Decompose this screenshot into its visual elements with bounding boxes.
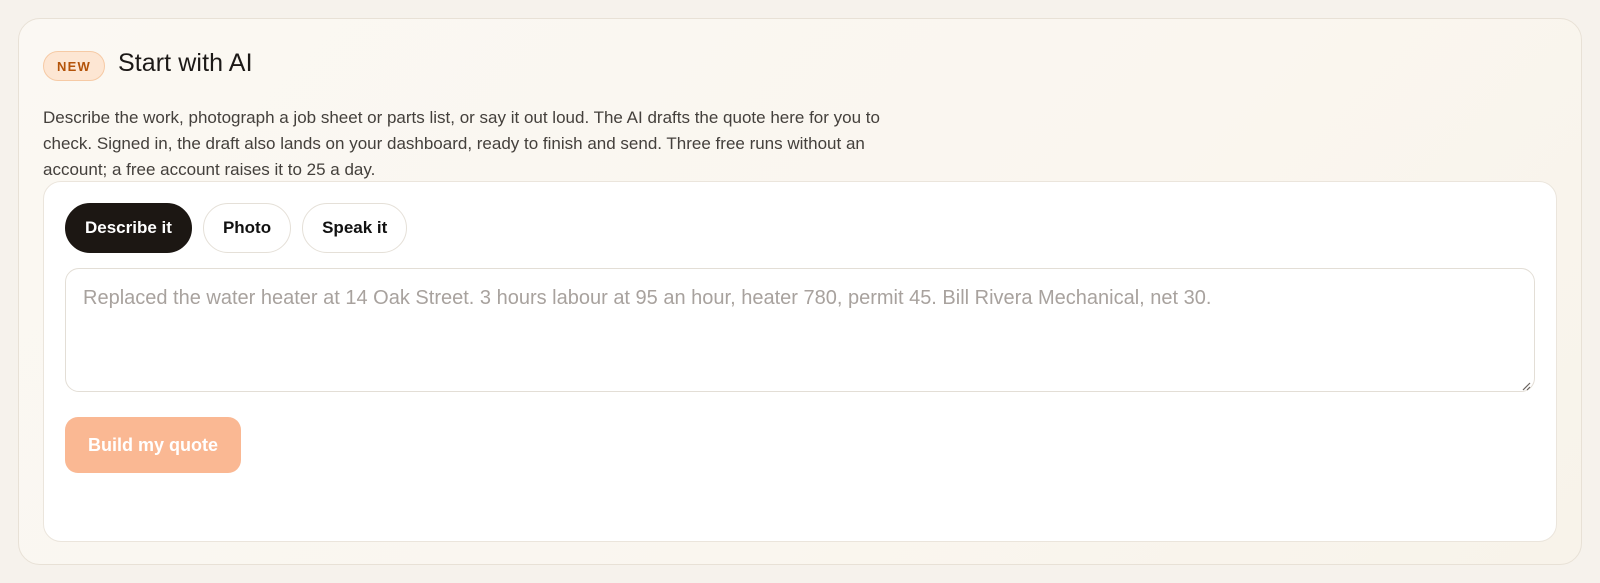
description-input-wrapper — [65, 268, 1535, 392]
start-with-ai-card: NEW Start with AI Describe the work, pho… — [18, 18, 1582, 565]
input-panel: Describe it Photo Speak it Build my quot… — [43, 181, 1557, 542]
card-title: Start with AI — [117, 48, 253, 77]
resize-handle-icon[interactable] — [1521, 378, 1531, 391]
build-quote-button[interactable]: Build my quote — [65, 417, 241, 473]
tab-photo[interactable]: Photo — [202, 203, 292, 253]
tab-describe-it[interactable]: Describe it — [65, 203, 192, 253]
tab-speak-it[interactable]: Speak it — [302, 203, 408, 253]
new-badge: NEW — [43, 51, 105, 81]
input-mode-tabs: Describe it Photo Speak it — [65, 203, 408, 253]
job-description-input[interactable] — [65, 268, 1535, 392]
card-header: NEW Start with AI — [43, 45, 253, 81]
card-description: Describe the work, photograph a job shee… — [43, 108, 880, 179]
